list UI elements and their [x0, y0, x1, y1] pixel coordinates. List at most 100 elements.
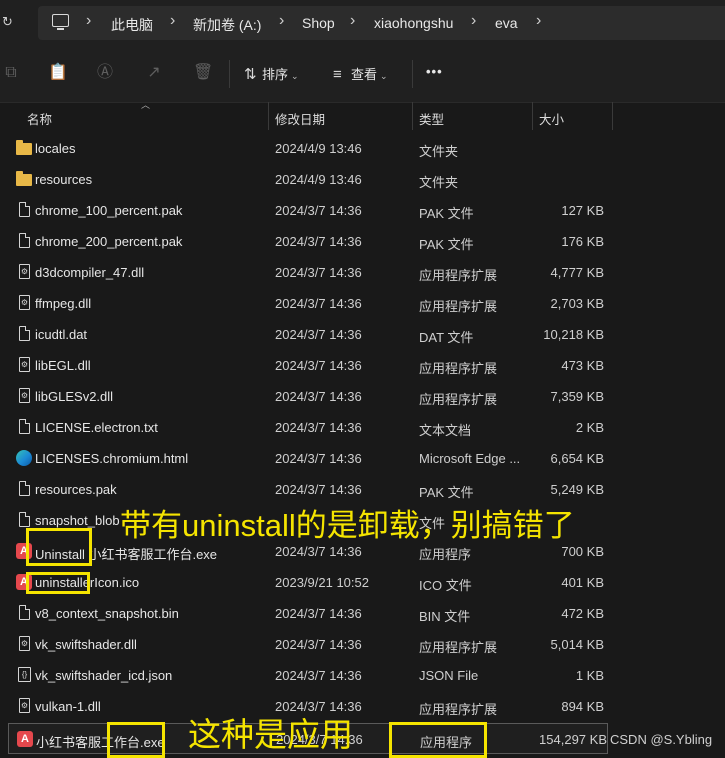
file-type: 应用程序 — [419, 547, 472, 562]
chevron-down-icon: ⌄ — [291, 71, 299, 81]
dll-icon: ⚙ — [19, 698, 30, 713]
file-modified: 2024/3/7 14:36 — [275, 482, 362, 497]
file-type: 文件夹 — [419, 175, 459, 190]
dll-icon: ⚙ — [19, 264, 30, 279]
column-modified[interactable]: 修改日期 — [275, 109, 325, 128]
column-header: ︿ 名称 修改日期 类型 大小 — [0, 100, 725, 130]
file-modified: 2024/3/7 14:36 — [275, 637, 362, 652]
breadcrumb-eva[interactable]: eva — [495, 15, 518, 31]
view-button[interactable]: ≡ 查看 ⌄ — [333, 64, 388, 84]
file-name: ffmpeg.dll — [35, 296, 92, 311]
toolbar-divider — [412, 60, 413, 88]
column-type[interactable]: 类型 — [419, 109, 444, 128]
share-icon[interactable]: ↗ — [145, 64, 163, 82]
file-row[interactable]: ⚙ libGLESv2.dll 2024/3/7 14:36 应用程序扩展 7,… — [0, 381, 612, 412]
file-modified: 2024/3/7 14:36 — [275, 203, 362, 218]
file-name: resources — [35, 172, 93, 187]
file-name: chrome_100_percent.pak — [35, 203, 183, 218]
file-modified: 2024/3/7 14:36 — [275, 265, 362, 280]
dll-icon: ⚙ — [19, 388, 30, 403]
column-divider[interactable] — [612, 102, 613, 130]
copy-icon[interactable]: ⧉ — [2, 64, 20, 82]
paste-icon[interactable]: 📋 — [48, 64, 68, 82]
dll-icon: ⚙ — [19, 636, 30, 651]
breadcrumb-shop[interactable]: Shop — [302, 15, 335, 31]
file-name: d3dcompiler_47.dll — [35, 265, 145, 280]
file-row[interactable]: resources 2024/4/9 13:46 文件夹 — [0, 164, 612, 195]
file-icon — [19, 481, 30, 496]
column-name[interactable]: 名称 — [27, 109, 52, 128]
file-row[interactable]: ⚙ d3dcompiler_47.dll 2024/3/7 14:36 应用程序… — [0, 257, 612, 288]
file-type: 应用程序扩展 — [419, 640, 498, 655]
view-icon: ≡ — [333, 66, 342, 83]
folder-icon — [16, 171, 32, 186]
file-size: 700 KB — [561, 544, 604, 559]
file-row[interactable]: ⚙ libEGL.dll 2024/3/7 14:36 应用程序扩展 473 K… — [0, 350, 612, 381]
sort-icon: ⇅ — [244, 66, 257, 83]
file-row[interactable]: A uninstallerIcon.ico 2023/9/21 10:52 IC… — [0, 567, 612, 598]
this-pc-icon — [52, 14, 69, 30]
file-icon — [19, 605, 30, 620]
file-type: 文本文档 — [419, 423, 472, 438]
file-row[interactable]: chrome_100_percent.pak 2024/3/7 14:36 PA… — [0, 195, 612, 226]
file-size: 7,359 KB — [550, 389, 605, 404]
more-options-button[interactable]: ••• — [426, 64, 443, 84]
file-icon — [19, 233, 30, 248]
breadcrumb-this-pc[interactable]: 此电脑 — [111, 15, 153, 35]
file-size: 4,777 KB — [550, 265, 605, 280]
delete-icon[interactable]: 🗑 — [193, 64, 213, 82]
file-type: 应用程序扩展 — [419, 268, 498, 283]
file-row[interactable]: LICENSES.chromium.html 2024/3/7 14:36 Mi… — [0, 443, 612, 474]
chevron-right-icon: › — [471, 12, 477, 29]
file-size: 176 KB — [561, 234, 604, 249]
file-type: Microsoft Edge ... — [419, 451, 521, 466]
column-divider[interactable] — [268, 102, 269, 130]
sort-ascending-icon: ︿ — [141, 100, 151, 110]
file-row[interactable]: icudtl.dat 2024/3/7 14:36 DAT 文件 10,218 … — [0, 319, 612, 350]
command-bar: ⧉ 📋 Ⓐ ↗ 🗑 ⇅ 排序 ⌄ ≡ 查看 ⌄ ••• — [0, 46, 725, 103]
address-bar-area: ↻ › 此电脑 › 新加卷 (A:) › Shop › xiaohongshu … — [0, 0, 725, 46]
app-annotation: 这种是应用 — [188, 716, 353, 753]
file-modified: 2024/4/9 13:46 — [275, 141, 362, 156]
file-type: 应用程序扩展 — [419, 392, 498, 407]
file-name: LICENSE.electron.txt — [35, 420, 158, 435]
file-size: 127 KB — [561, 203, 604, 218]
file-name: v8_context_snapshot.bin — [35, 606, 179, 621]
view-label: 查看 — [351, 67, 378, 82]
file-row[interactable]: locales 2024/4/9 13:46 文件夹 — [0, 133, 612, 164]
file-type: BIN 文件 — [419, 609, 471, 624]
file-row[interactable]: ⚙ ffmpeg.dll 2024/3/7 14:36 应用程序扩展 2,703… — [0, 288, 612, 319]
file-row[interactable]: LICENSE.electron.txt 2024/3/7 14:36 文本文档… — [0, 412, 612, 443]
highlight-box — [107, 722, 165, 758]
file-size: 2,703 KB — [550, 296, 605, 311]
file-row[interactable]: ⚙ vk_swiftshader.dll 2024/3/7 14:36 应用程序… — [0, 629, 612, 660]
file-type: 文件夹 — [419, 144, 459, 159]
file-row[interactable]: v8_context_snapshot.bin 2024/3/7 14:36 B… — [0, 598, 612, 629]
file-size: 473 KB — [561, 358, 604, 373]
sort-button[interactable]: ⇅ 排序 ⌄ — [244, 64, 299, 84]
file-size: 2 KB — [575, 420, 604, 435]
refresh-icon[interactable]: ↻ — [2, 14, 16, 30]
dll-icon: ⚙ — [19, 357, 30, 372]
file-modified: 2024/3/7 14:36 — [275, 451, 362, 466]
app-red-icon: A — [17, 731, 33, 747]
file-row[interactable]: chrome_200_percent.pak 2024/3/7 14:36 PA… — [0, 226, 612, 257]
breadcrumb-xiaohongshu[interactable]: xiaohongshu — [374, 15, 453, 31]
uninstall-annotation: 带有uninstall的是卸载，别搞错了 — [120, 508, 575, 543]
file-name: libEGL.dll — [35, 358, 91, 373]
file-name: chrome_200_percent.pak — [35, 234, 183, 249]
column-divider[interactable] — [412, 102, 413, 130]
file-modified: 2024/3/7 14:36 — [275, 389, 362, 404]
breadcrumb-drive[interactable]: 新加卷 (A:) — [193, 15, 261, 35]
highlight-box — [26, 572, 90, 594]
file-size: 10,218 KB — [543, 327, 604, 342]
file-row[interactable]: {} vk_swiftshader_icd.json 2024/3/7 14:3… — [0, 660, 612, 691]
chevron-right-icon[interactable]: › — [536, 12, 541, 30]
file-name: snapshot_blob — [35, 513, 120, 528]
file-modified: 2024/3/7 14:36 — [275, 296, 362, 311]
file-modified: 2023/9/21 10:52 — [275, 575, 369, 590]
column-size[interactable]: 大小 — [539, 109, 564, 128]
file-name: vulkan-1.dll — [35, 699, 101, 714]
rename-icon[interactable]: Ⓐ — [96, 64, 114, 82]
column-divider[interactable] — [532, 102, 533, 130]
